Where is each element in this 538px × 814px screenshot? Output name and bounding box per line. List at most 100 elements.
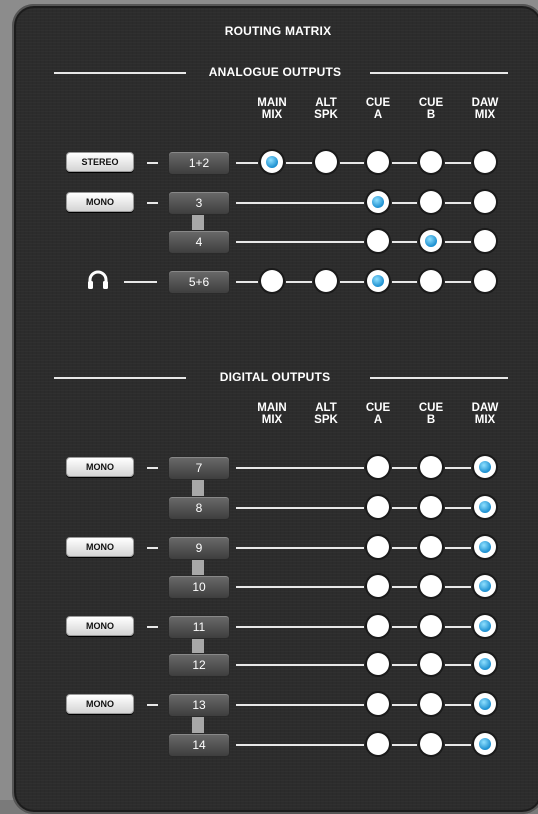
- connector-channel-to-matrix: [236, 467, 364, 469]
- connector-mode-to-channel: [147, 467, 158, 469]
- connector-between-buttons: [392, 547, 417, 549]
- route-radio-5-6-daw-mix[interactable]: [474, 270, 496, 292]
- mode-button-mono[interactable]: MONO: [66, 694, 134, 714]
- column-header-cue-a: CUE A: [353, 402, 403, 426]
- column-header-line1: ALT: [315, 402, 337, 414]
- channel-button-5-6[interactable]: 5+6: [168, 270, 230, 294]
- mode-button-mono[interactable]: MONO: [66, 457, 134, 477]
- channel-pair-link: [192, 715, 204, 733]
- channel-button-8[interactable]: 8: [168, 496, 230, 520]
- column-header-line1: CUE: [418, 97, 444, 109]
- route-radio-13-daw-mix[interactable]: [474, 693, 496, 715]
- route-radio-5-6-alt-spk[interactable]: [315, 270, 337, 292]
- route-radio-1-2-daw-mix[interactable]: [474, 151, 496, 173]
- channel-button-9[interactable]: 9: [168, 536, 230, 560]
- connector-between-buttons: [392, 162, 417, 164]
- channel-pair-link: [192, 558, 204, 575]
- channel-button-14[interactable]: 14: [168, 733, 230, 757]
- route-radio-9-cue-a[interactable]: [367, 536, 389, 558]
- route-radio-13-cue-b[interactable]: [420, 693, 442, 715]
- channel-button-11[interactable]: 11: [168, 615, 230, 639]
- route-radio-9-daw-mix[interactable]: [474, 536, 496, 558]
- route-radio-8-daw-mix[interactable]: [474, 496, 496, 518]
- connector-between-buttons: [445, 626, 471, 628]
- channel-button-3[interactable]: 3: [168, 191, 230, 215]
- connector-channel-to-matrix: [236, 744, 364, 746]
- route-radio-10-cue-b[interactable]: [420, 575, 442, 597]
- route-radio-1-2-main-mix[interactable]: [261, 151, 283, 173]
- channel-button-10[interactable]: 10: [168, 575, 230, 599]
- route-radio-10-daw-mix[interactable]: [474, 575, 496, 597]
- route-radio-1-2-alt-spk[interactable]: [315, 151, 337, 173]
- route-radio-5-6-main-mix[interactable]: [261, 270, 283, 292]
- connector-icon-to-channel: [124, 281, 157, 283]
- connector-between-buttons: [445, 704, 471, 706]
- route-radio-11-cue-a[interactable]: [367, 615, 389, 637]
- connector-between-buttons: [392, 507, 417, 509]
- connector-channel-to-matrix: [236, 626, 364, 628]
- channel-button-12[interactable]: 12: [168, 653, 230, 677]
- route-radio-14-daw-mix[interactable]: [474, 733, 496, 755]
- mode-button-mono[interactable]: MONO: [66, 537, 134, 557]
- connector-between-buttons: [445, 467, 471, 469]
- channel-button-4[interactable]: 4: [168, 230, 230, 254]
- connector-channel-to-matrix: [236, 547, 364, 549]
- route-radio-5-6-cue-b[interactable]: [420, 270, 442, 292]
- channel-button-1-2[interactable]: 1+2: [168, 151, 230, 175]
- column-header-line1: MAIN: [257, 97, 287, 109]
- connector-between-buttons: [392, 664, 417, 666]
- connector-mode-to-channel: [147, 162, 158, 164]
- route-radio-3-daw-mix[interactable]: [474, 191, 496, 213]
- channel-button-13[interactable]: 13: [168, 693, 230, 717]
- connector-between-buttons: [392, 704, 417, 706]
- column-header-line1: MAIN: [257, 402, 287, 414]
- route-radio-13-cue-a[interactable]: [367, 693, 389, 715]
- route-radio-1-2-cue-a[interactable]: [367, 151, 389, 173]
- route-radio-14-cue-b[interactable]: [420, 733, 442, 755]
- section-divider-right: [370, 72, 508, 74]
- route-radio-1-2-cue-b[interactable]: [420, 151, 442, 173]
- route-radio-3-cue-b[interactable]: [420, 191, 442, 213]
- route-radio-11-daw-mix[interactable]: [474, 615, 496, 637]
- route-radio-3-cue-a[interactable]: [367, 191, 389, 213]
- section-divider-right: [370, 377, 508, 379]
- connector-between-buttons: [286, 281, 312, 283]
- route-radio-5-6-cue-a[interactable]: [367, 270, 389, 292]
- connector-between-buttons: [445, 202, 471, 204]
- column-header-line1: CUE: [418, 402, 444, 414]
- route-radio-7-cue-b[interactable]: [420, 456, 442, 478]
- route-radio-8-cue-a[interactable]: [367, 496, 389, 518]
- route-radio-12-cue-a[interactable]: [367, 653, 389, 675]
- mode-button-mono[interactable]: MONO: [66, 616, 134, 636]
- route-radio-10-cue-a[interactable]: [367, 575, 389, 597]
- column-header-line2: SPK: [314, 109, 338, 121]
- mode-button-stereo[interactable]: STEREO: [66, 152, 134, 172]
- mode-button-mono[interactable]: MONO: [66, 192, 134, 212]
- channel-button-7[interactable]: 7: [168, 456, 230, 480]
- column-header-line1: ALT: [315, 97, 337, 109]
- section-divider-left: [54, 377, 186, 379]
- connector-channel-to-matrix: [236, 704, 364, 706]
- route-radio-9-cue-b[interactable]: [420, 536, 442, 558]
- connector-between-buttons: [445, 241, 471, 243]
- route-radio-4-cue-b[interactable]: [420, 230, 442, 252]
- channel-pair-link: [192, 213, 204, 230]
- connector-between-buttons: [445, 744, 471, 746]
- connector-between-buttons: [445, 281, 471, 283]
- connector-between-buttons: [340, 281, 364, 283]
- route-radio-12-daw-mix[interactable]: [474, 653, 496, 675]
- route-radio-12-cue-b[interactable]: [420, 653, 442, 675]
- route-radio-7-cue-a[interactable]: [367, 456, 389, 478]
- route-radio-11-cue-b[interactable]: [420, 615, 442, 637]
- route-radio-4-daw-mix[interactable]: [474, 230, 496, 252]
- route-radio-14-cue-a[interactable]: [367, 733, 389, 755]
- connector-channel-to-matrix: [236, 241, 364, 243]
- route-radio-4-cue-a[interactable]: [367, 230, 389, 252]
- column-header-line2: A: [373, 109, 383, 121]
- column-header-line2: B: [426, 414, 436, 426]
- connector-between-buttons: [340, 162, 364, 164]
- connector-channel-to-matrix: [236, 162, 258, 164]
- route-radio-7-daw-mix[interactable]: [474, 456, 496, 478]
- route-radio-8-cue-b[interactable]: [420, 496, 442, 518]
- connector-between-buttons: [392, 241, 417, 243]
